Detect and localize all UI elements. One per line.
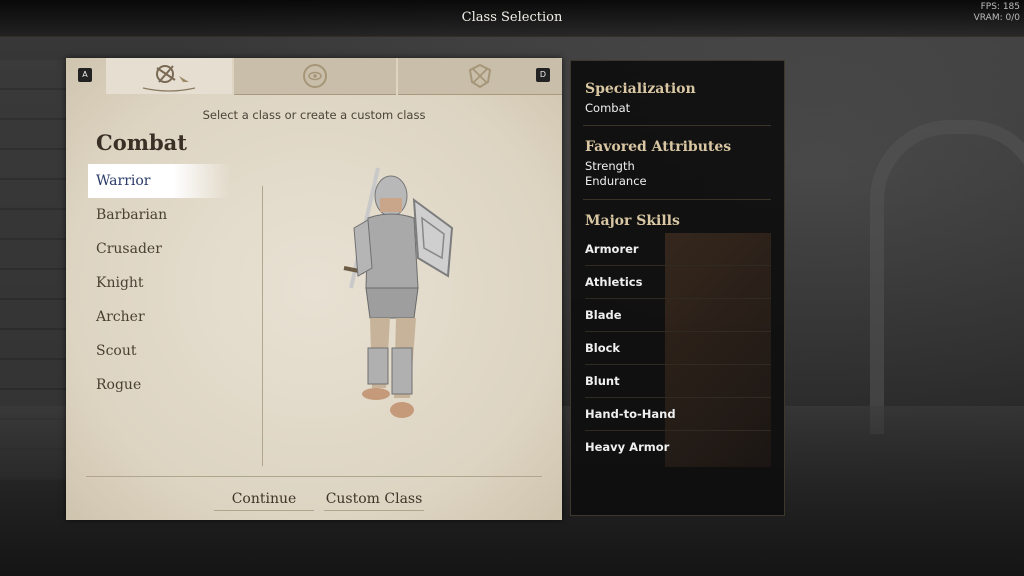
skill-armorer[interactable]: Armorer bbox=[585, 233, 771, 266]
skill-label: Armorer bbox=[585, 242, 639, 256]
class-item-scout[interactable]: Scout bbox=[88, 334, 230, 368]
panel-subtitle: Select a class or create a custom class bbox=[202, 108, 426, 122]
custom-class-button[interactable]: Custom Class bbox=[324, 488, 424, 511]
attribute-strength: Strength bbox=[585, 159, 635, 173]
screen-title: Class Selection bbox=[461, 10, 563, 25]
class-list: Warrior Barbarian Crusader Knight Archer… bbox=[88, 164, 230, 402]
specialization-label: Specialization bbox=[585, 81, 696, 97]
vram-counter: VRAM: 0/0 bbox=[973, 13, 1020, 23]
list-divider bbox=[262, 186, 263, 466]
class-item-rogue[interactable]: Rogue bbox=[88, 368, 230, 402]
top-bar: Class Selection FPS: 185 VRAM: 0/0 bbox=[0, 0, 1024, 37]
class-item-warrior[interactable]: Warrior bbox=[88, 164, 230, 198]
combat-crest-icon bbox=[142, 65, 196, 92]
class-item-archer[interactable]: Archer bbox=[88, 300, 230, 334]
skill-hand-to-hand[interactable]: Hand-to-Hand bbox=[585, 398, 771, 431]
skill-label: Hand-to-Hand bbox=[585, 407, 676, 421]
attribute-endurance: Endurance bbox=[585, 174, 647, 188]
category-title: Combat bbox=[96, 130, 187, 155]
class-selection-panel: A D Select a class or create a custom cl… bbox=[66, 58, 562, 520]
tab-next-key[interactable]: D bbox=[536, 68, 550, 82]
class-item-barbarian[interactable]: Barbarian bbox=[88, 198, 230, 232]
skill-label: Athletics bbox=[585, 275, 643, 289]
footer-divider bbox=[86, 476, 542, 477]
class-item-knight[interactable]: Knight bbox=[88, 266, 230, 300]
tab-combat[interactable] bbox=[106, 58, 232, 94]
skill-label: Heavy Armor bbox=[585, 440, 670, 454]
perf-stats: FPS: 185 VRAM: 0/0 bbox=[974, 2, 1020, 24]
info-separator bbox=[583, 199, 771, 200]
stealth-crest-icon bbox=[468, 63, 492, 89]
skill-athletics[interactable]: Athletics bbox=[585, 266, 771, 299]
specialization-value: Combat bbox=[585, 101, 631, 115]
skill-block[interactable]: Block bbox=[585, 332, 771, 365]
info-separator bbox=[583, 125, 771, 126]
magic-eye-icon bbox=[303, 64, 327, 88]
class-item-crusader[interactable]: Crusader bbox=[88, 232, 230, 266]
fps-counter: FPS: 185 bbox=[980, 2, 1020, 12]
skill-label: Blunt bbox=[585, 374, 620, 388]
tab-magic[interactable] bbox=[234, 58, 396, 95]
stone-archway bbox=[870, 120, 1024, 434]
skill-label: Blade bbox=[585, 308, 622, 322]
skill-label: Block bbox=[585, 341, 621, 355]
skill-heavy-armor[interactable]: Heavy Armor bbox=[585, 431, 771, 464]
skill-blade[interactable]: Blade bbox=[585, 299, 771, 332]
favored-attributes-label: Favored Attributes bbox=[585, 139, 732, 155]
major-skills-label: Major Skills bbox=[585, 213, 680, 229]
class-info-panel: Specialization Combat Favored Attributes… bbox=[570, 60, 785, 516]
skill-blunt[interactable]: Blunt bbox=[585, 365, 771, 398]
continue-button[interactable]: Continue bbox=[214, 488, 314, 511]
tab-prev-key[interactable]: A bbox=[78, 68, 92, 82]
warrior-character-portrait bbox=[343, 167, 454, 418]
category-tabs: A D bbox=[66, 58, 562, 95]
